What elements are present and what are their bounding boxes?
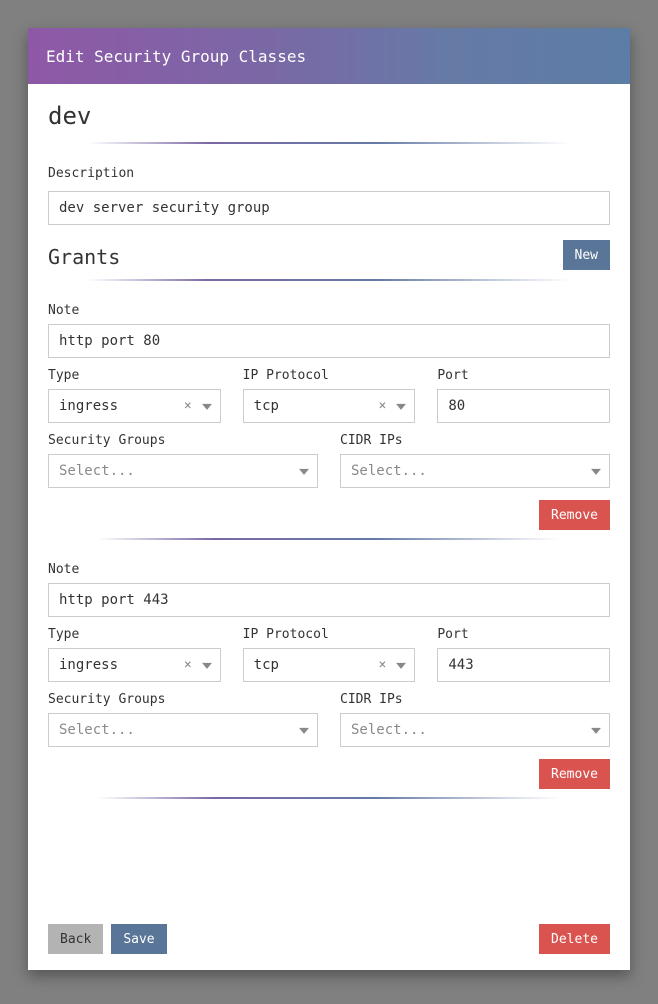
description-input[interactable]: dev server security group — [48, 191, 610, 225]
sg-label: Security Groups — [48, 433, 318, 448]
cidr-select[interactable]: Select... — [340, 713, 610, 747]
chevron-down-icon — [202, 663, 212, 669]
back-button[interactable]: Back — [48, 924, 103, 954]
port-value: 80 — [448, 398, 465, 414]
grant-block: Note http port 443 Type ingress × IP — [48, 552, 610, 789]
port-input[interactable]: 80 — [437, 389, 610, 423]
new-grant-button[interactable]: New — [563, 240, 610, 270]
type-label: Type — [48, 368, 221, 383]
clear-icon[interactable]: × — [184, 658, 192, 673]
note-label: Note — [48, 303, 610, 318]
clear-icon[interactable]: × — [379, 658, 387, 673]
chevron-down-icon — [396, 663, 406, 669]
chevron-down-icon — [299, 469, 309, 475]
remove-grant-button[interactable]: Remove — [539, 759, 610, 789]
type-value: ingress — [59, 657, 118, 673]
port-value: 443 — [448, 657, 473, 673]
proto-select[interactable]: tcp × — [243, 389, 416, 423]
type-select[interactable]: ingress × — [48, 389, 221, 423]
save-button[interactable]: Save — [111, 924, 166, 954]
type-value: ingress — [59, 398, 118, 414]
divider — [98, 538, 560, 540]
chevron-down-icon — [591, 728, 601, 734]
type-select[interactable]: ingress × — [48, 648, 221, 682]
clear-icon[interactable]: × — [184, 399, 192, 414]
clear-icon[interactable]: × — [379, 399, 387, 414]
note-value: http port 80 — [59, 333, 160, 349]
cidr-placeholder: Select... — [351, 722, 427, 738]
cidr-label: CIDR IPs — [340, 433, 610, 448]
note-input[interactable]: http port 443 — [48, 583, 610, 617]
divider — [88, 142, 570, 144]
body: dev Description dev server security grou… — [28, 84, 630, 912]
port-label: Port — [437, 368, 610, 383]
sg-select[interactable]: Select... — [48, 713, 318, 747]
remove-grant-button[interactable]: Remove — [539, 500, 610, 530]
cidr-label: CIDR IPs — [340, 692, 610, 707]
chevron-down-icon — [202, 404, 212, 410]
note-value: http port 443 — [59, 592, 169, 608]
proto-value: tcp — [254, 398, 279, 414]
description-label: Description — [48, 166, 610, 181]
note-label: Note — [48, 562, 610, 577]
delete-button[interactable]: Delete — [539, 924, 610, 954]
proto-label: IP Protocol — [243, 627, 416, 642]
cidr-placeholder: Select... — [351, 463, 427, 479]
description-value: dev server security group — [59, 200, 270, 216]
chevron-down-icon — [299, 728, 309, 734]
sg-label: Security Groups — [48, 692, 318, 707]
grants-title: Grants — [48, 245, 120, 269]
chevron-down-icon — [396, 404, 406, 410]
port-input[interactable]: 443 — [437, 648, 610, 682]
proto-label: IP Protocol — [243, 368, 416, 383]
sg-placeholder: Select... — [59, 722, 135, 738]
titlebar: Edit Security Group Classes — [28, 28, 630, 84]
window-title: Edit Security Group Classes — [46, 47, 306, 66]
type-label: Type — [48, 627, 221, 642]
proto-value: tcp — [254, 657, 279, 673]
grant-block: Note http port 80 Type ingress × IP — [48, 293, 610, 530]
sg-placeholder: Select... — [59, 463, 135, 479]
window: Edit Security Group Classes dev Descript… — [28, 28, 630, 970]
chevron-down-icon — [591, 469, 601, 475]
note-input[interactable]: http port 80 — [48, 324, 610, 358]
cidr-select[interactable]: Select... — [340, 454, 610, 488]
proto-select[interactable]: tcp × — [243, 648, 416, 682]
divider — [88, 279, 570, 281]
port-label: Port — [437, 627, 610, 642]
sg-select[interactable]: Select... — [48, 454, 318, 488]
divider — [98, 797, 560, 799]
footer: Back Save Delete — [28, 912, 630, 970]
page-title: dev — [48, 102, 610, 130]
